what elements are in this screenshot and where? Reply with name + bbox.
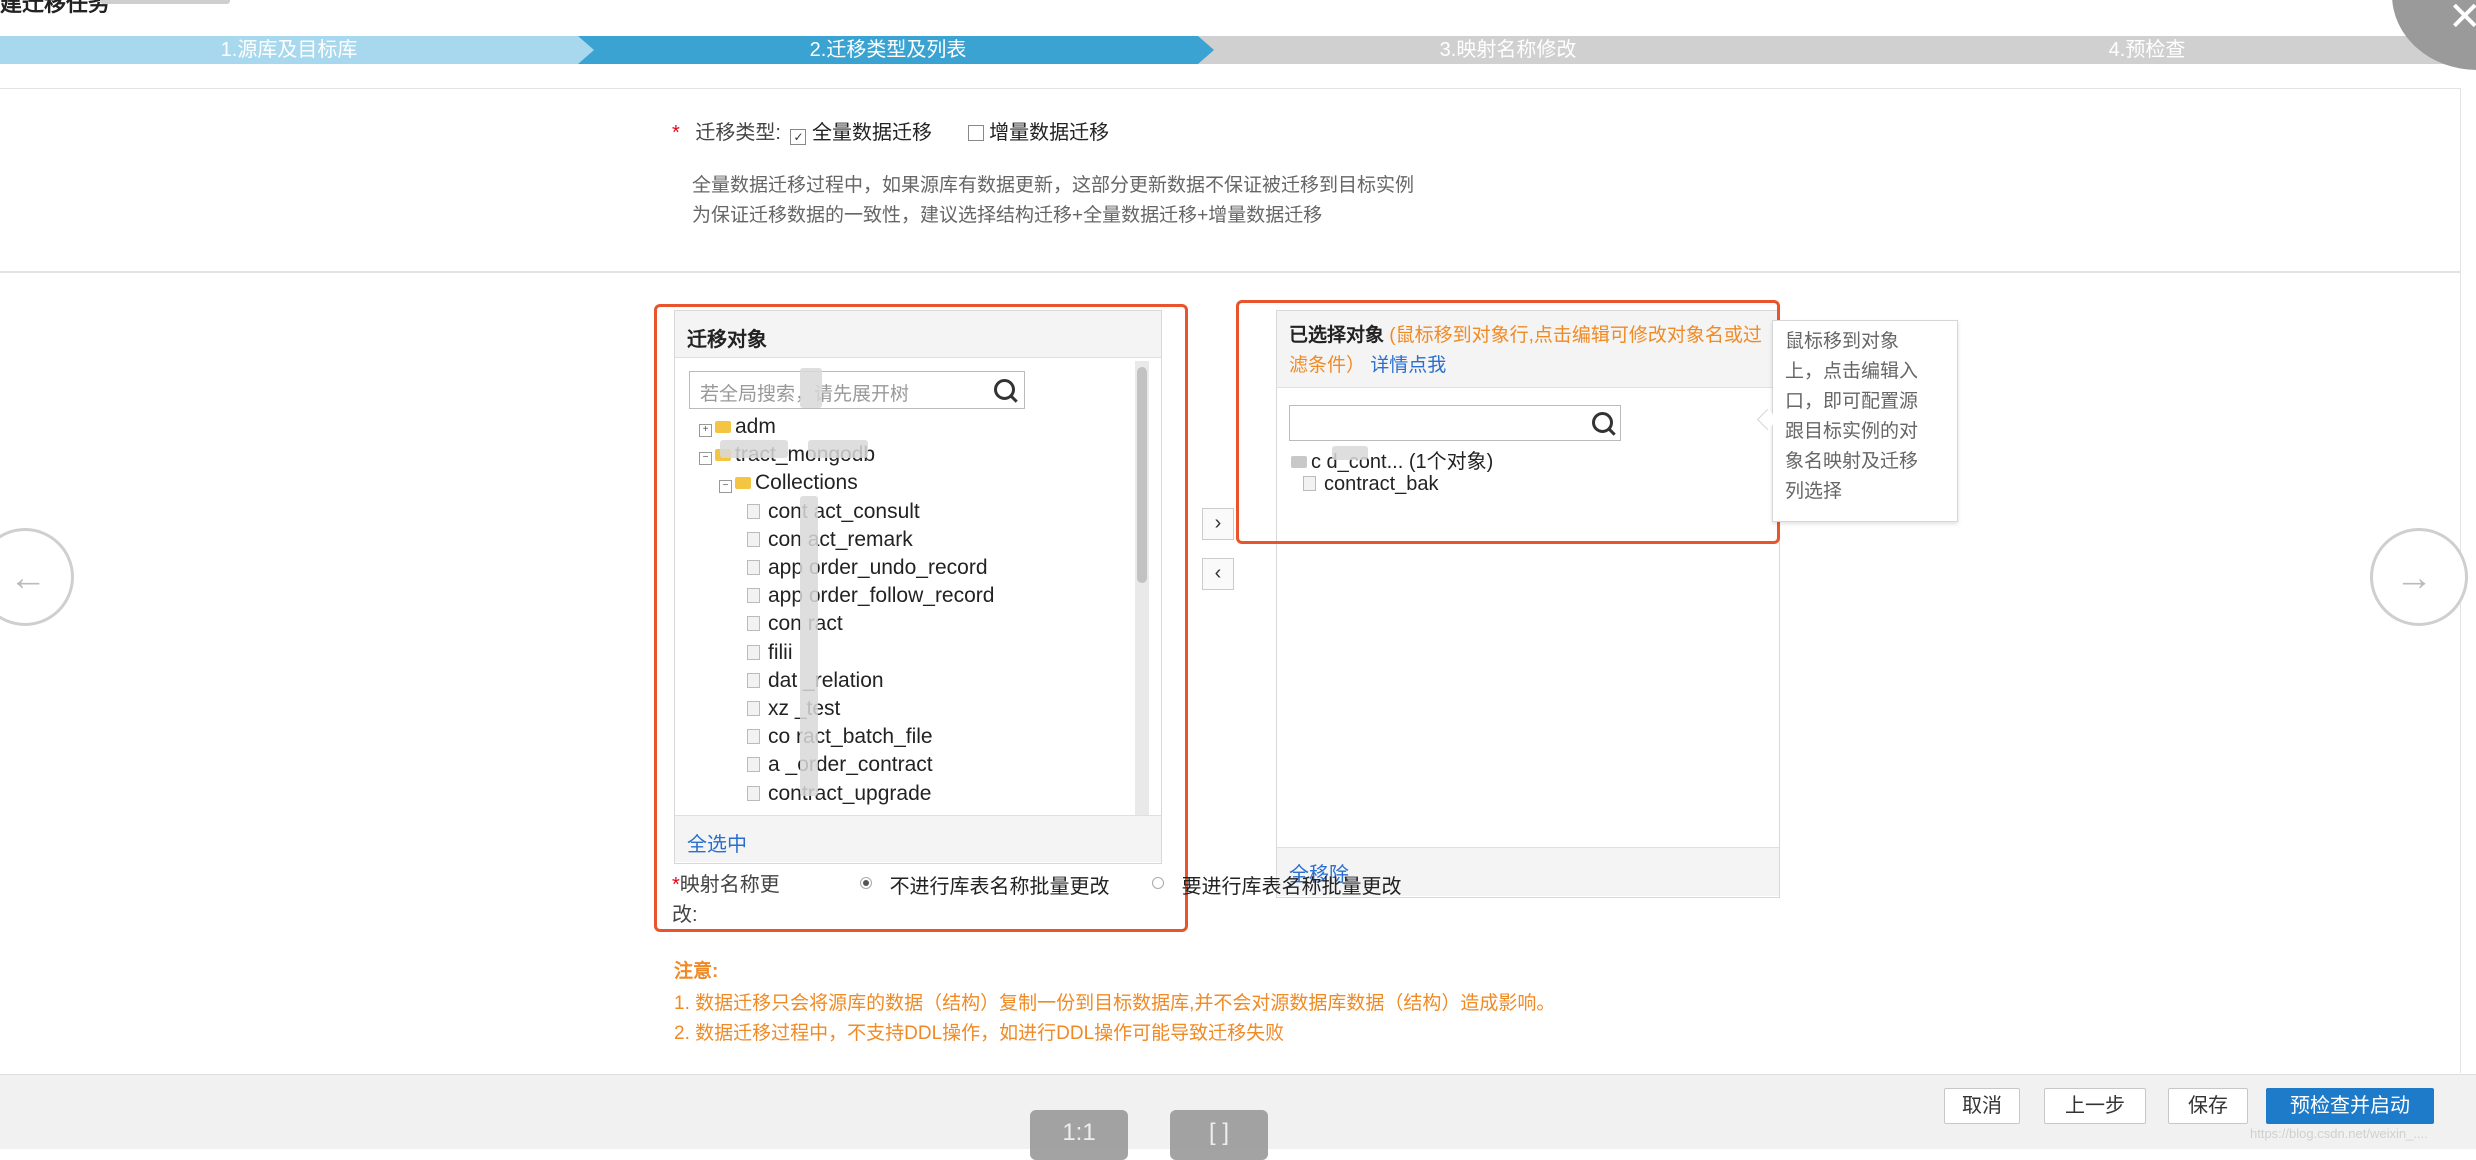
step-2-active: 2.迁移类型及列表	[578, 36, 1198, 64]
watermark: https://blog.csdn.net/weixin_....	[2250, 1126, 2428, 1141]
page-title: 建迁移任务	[0, 0, 111, 16]
migration-note-2: 为保证迁移数据的一致性，建议选择结构迁移+全量数据迁移+增量数据迁移	[692, 205, 1323, 226]
incremental-migration-label: 增量数据迁移	[989, 122, 1110, 144]
help-tooltip: 鼠标移到对象 上，点击编辑入 口，即可配置源 跟目标实例的对 象名映射及迁移 列选择	[1772, 320, 1958, 522]
mapping-label-line1: 映射名称更	[679, 874, 780, 896]
radio-unselected-icon[interactable]	[1152, 877, 1164, 889]
step-separator	[578, 36, 594, 64]
mapping-option-no-change-label: 不进行库表名称批量更改	[889, 876, 1110, 898]
tooltip-line: 鼠标移到对象	[1785, 331, 1900, 352]
tooltip-line: 上，点击编辑入	[1785, 361, 1919, 382]
title-redaction	[100, 0, 230, 4]
tooltip-line: 象名映射及迁移	[1785, 451, 1919, 472]
step-1: 1.源库及目标库	[0, 36, 578, 64]
precheck-start-button[interactable]: 预检查并启动	[2266, 1088, 2434, 1124]
notice-line-1: 1. 数据迁移只会将源库的数据（结构）复制一份到目标数据库,并不会对源数据库数据…	[674, 993, 1556, 1014]
radio-selected-icon[interactable]	[860, 877, 872, 889]
tooltip-line: 跟目标实例的对	[1785, 421, 1919, 442]
cancel-button[interactable]: 取消	[1944, 1088, 2020, 1124]
mapping-option-change-label: 要进行库表名称批量更改	[1181, 876, 1402, 898]
mapping-label-line2: 改:	[672, 904, 698, 926]
migration-type-label: 迁移类型:	[695, 122, 781, 144]
migration-note-1: 全量数据迁移过程中，如果源库有数据更新，这部分更新数据不保证被迁移到目标实例	[692, 175, 1415, 196]
viewer-actual-size-button[interactable]: 1:1	[1030, 1110, 1128, 1160]
close-icon: ✕	[2448, 0, 2476, 39]
incremental-migration-checkbox[interactable]	[967, 125, 984, 141]
prev-step-button[interactable]: 上一步	[2044, 1088, 2146, 1124]
remove-from-selected-button[interactable]: ‹	[1202, 558, 1234, 590]
mapping-option-change[interactable]: 要进行库表名称批量更改	[1152, 870, 1402, 899]
step-4: 4.预检查	[1818, 36, 2476, 64]
migration-type-row: * 迁移类型: ✓ 全量数据迁移 增量数据迁移	[672, 116, 1109, 145]
tooltip-text: 鼠标移到对象 上，点击编辑入 口，即可配置源 跟目标实例的对 象名映射及迁移 列选择	[1785, 327, 1918, 507]
step-progress-bar: 1.源库及目标库 2.迁移类型及列表 3.映射名称修改 4.预检查	[0, 36, 2476, 64]
full-migration-label: 全量数据迁移	[812, 122, 933, 144]
notice-line-2: 2. 数据迁移过程中，不支持DDL操作，如进行DDL操作可能导致迁移失败	[674, 1023, 1285, 1044]
required-mark: *	[672, 122, 680, 144]
full-migration-checkbox[interactable]: ✓	[790, 129, 807, 145]
required-mark: *	[672, 874, 680, 896]
object-selection-section	[0, 272, 2461, 1073]
notice-title: 注意:	[674, 961, 719, 982]
step-3: 3.映射名称修改	[1198, 36, 1818, 64]
source-highlight-box	[654, 304, 1188, 932]
step-separator	[1818, 36, 1834, 64]
mapping-label: *映射名称更 改:	[672, 870, 780, 930]
selected-highlight-box	[1236, 300, 1780, 544]
viewer-fit-button[interactable]: [ ]	[1170, 1110, 1268, 1160]
add-to-selected-button[interactable]: ›	[1202, 508, 1234, 540]
next-nav-button[interactable]: →	[2370, 528, 2468, 626]
tooltip-line: 口，即可配置源	[1785, 391, 1919, 412]
mapping-option-no-change[interactable]: 不进行库表名称批量更改	[860, 870, 1110, 899]
save-button[interactable]: 保存	[2168, 1088, 2248, 1124]
arrow-right-icon: →	[2395, 557, 2433, 599]
tooltip-line: 列选择	[1785, 481, 1843, 502]
arrow-left-icon: ←	[9, 557, 47, 599]
step-separator	[1198, 36, 1214, 64]
